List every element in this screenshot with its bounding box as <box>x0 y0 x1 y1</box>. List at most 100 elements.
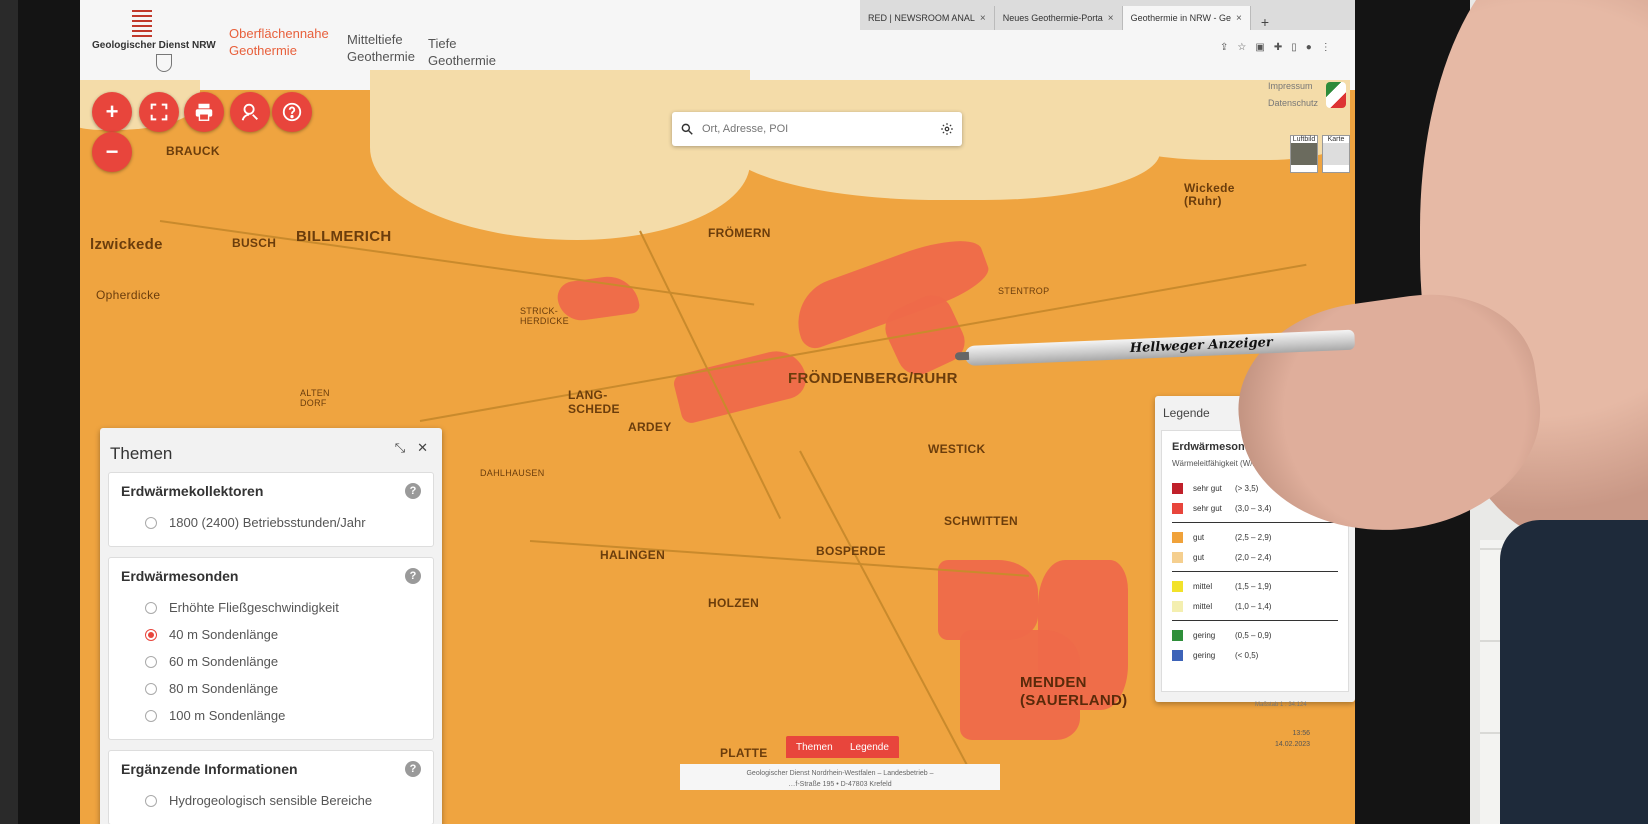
map-label: WESTICK <box>928 442 986 456</box>
extension-icon[interactable]: ▣ <box>1255 42 1264 53</box>
legend-row: gut (2,5 – 2,9) <box>1172 527 1338 547</box>
theme-group-sonden: Erdwärmesonden ? Erhöhte Fließgeschwindi… <box>108 557 434 740</box>
map-label: ARDEY <box>628 420 672 434</box>
settings-gear-icon[interactable] <box>940 122 954 136</box>
collapse-icon[interactable]: ⤡ <box>395 440 405 456</box>
room-background-left <box>0 0 18 824</box>
option-100m[interactable]: 100 m Sondenlänge <box>121 702 421 729</box>
help-icon <box>282 102 302 122</box>
profile-icon[interactable]: ● <box>1306 42 1312 53</box>
option-label: 80 m Sondenlänge <box>169 681 279 696</box>
footer-line: Geologischer Dienst Nordrhein-Westfalen … <box>746 770 934 777</box>
print-button[interactable] <box>184 92 224 132</box>
browser-tab-active[interactable]: Geothermie in NRW - Ge × <box>1122 6 1251 30</box>
map-label: HOLZEN <box>708 596 760 610</box>
radio-button[interactable] <box>145 709 157 722</box>
theme-group-ergaenzend: Ergänzende Informationen ? Hydrogeologis… <box>108 750 434 824</box>
aerial-thumbnail <box>1291 143 1317 165</box>
zoom-out-button[interactable]: − <box>92 132 132 172</box>
theme-group-kollektoren: Erdwärmekollektoren ? 1800 (2400) Betrie… <box>108 472 434 547</box>
close-icon[interactable]: ✕ <box>417 440 428 456</box>
nrw-logo-icon <box>1326 82 1346 108</box>
option-label: 100 m Sondenlänge <box>169 708 286 723</box>
legende-toggle-button[interactable]: Legende <box>840 736 899 758</box>
close-icon[interactable]: × <box>1236 13 1242 24</box>
option-40m[interactable]: 40 m Sondenlänge <box>121 621 421 648</box>
legend-swatch <box>1172 482 1183 494</box>
minus-icon: − <box>105 139 119 164</box>
map-label: Wickede (Ruhr) <box>1184 181 1235 208</box>
option-60m[interactable]: 60 m Sondenlänge <box>121 648 421 675</box>
themen-panel: ⤡ ✕ Themen Erdwärmekollektoren ? 1800 (2… <box>100 428 442 824</box>
close-icon[interactable]: × <box>980 13 986 24</box>
radio-button[interactable] <box>145 601 157 614</box>
browser-tab[interactable]: Neues Geothermie-Porta × <box>995 6 1123 30</box>
map-label: HALINGEN <box>600 548 666 562</box>
help-button[interactable] <box>272 92 312 132</box>
clock-date: 14.02.2023 <box>1275 741 1311 748</box>
radio-button[interactable] <box>145 655 157 668</box>
plus-icon: + <box>105 99 119 124</box>
help-icon[interactable]: ? <box>405 761 421 777</box>
map-label: SCHWITTEN <box>944 514 1019 528</box>
print-icon <box>195 103 213 121</box>
impressum-link[interactable]: Impressum <box>1268 78 1318 95</box>
map-label: lzwickede <box>90 236 163 253</box>
bookmark-star-icon[interactable]: ☆ <box>1237 42 1246 53</box>
option-betriebsstunden[interactable]: 1800 (2400) Betriebsstunden/Jahr <box>121 509 421 536</box>
option-label: Hydrogeologisch sensible Bereiche <box>169 793 373 808</box>
nav-mitteltiefe[interactable]: Mitteltiefe Geothermie <box>347 31 417 65</box>
option-hydrogeologisch[interactable]: Hydrogeologisch sensible Bereiche <box>121 787 421 814</box>
radio-button[interactable] <box>145 516 157 529</box>
close-icon[interactable]: × <box>1108 13 1114 24</box>
basemap-luftbild[interactable]: Luftbild <box>1290 135 1318 173</box>
browser-toolbar-icons: ⇪ ☆ ▣ ✚ ▯ ● ⋮ <box>1220 42 1331 53</box>
legend-range: (3,0 – 3,4) <box>1235 503 1272 513</box>
panel-actions: ⤡ ✕ <box>395 440 428 456</box>
basemap-label: Karte <box>1327 136 1345 143</box>
pen-tip <box>954 351 970 361</box>
site-logo-text[interactable]: Geologischer Dienst NRW <box>92 40 216 51</box>
search-box <box>672 112 962 146</box>
group-title: Erdwärmekollektoren <box>121 483 264 499</box>
option-fliessgeschwindigkeit[interactable]: Erhöhte Fließgeschwindigkeit <box>121 594 421 621</box>
legend-row: gering (< 0,5) <box>1172 645 1338 665</box>
search-input[interactable] <box>702 123 932 135</box>
basemap-karte[interactable]: Karte <box>1322 135 1350 173</box>
radio-button[interactable] <box>145 682 157 695</box>
locate-button[interactable] <box>230 92 270 132</box>
new-tab-button[interactable]: + <box>1251 14 1279 30</box>
browser-tab[interactable]: RED | NEWSROOM ANAL × <box>860 6 995 30</box>
zoom-in-button[interactable]: + <box>92 92 132 132</box>
legend-range: (> 3,5) <box>1235 483 1259 493</box>
share-icon[interactable]: ⇪ <box>1220 42 1228 53</box>
themen-toggle-button[interactable]: Themen <box>786 736 843 758</box>
fullscreen-button[interactable] <box>139 92 179 132</box>
map-scale: Maßstab 1 : 34.124 <box>1255 702 1307 708</box>
tab-label: Geothermie in NRW - Ge <box>1130 13 1231 23</box>
radio-button-selected[interactable] <box>145 628 157 641</box>
person-shoulder <box>1500 520 1648 824</box>
option-80m[interactable]: 80 m Sondenlänge <box>121 675 421 702</box>
legend-label: gering <box>1193 630 1216 640</box>
help-icon[interactable]: ? <box>405 568 421 584</box>
puzzle-icon[interactable]: ✚ <box>1274 42 1282 53</box>
map-zone-pale <box>520 130 640 200</box>
legend-label: sehr gut <box>1193 483 1222 493</box>
map-label: STENTROP <box>998 286 1050 296</box>
nav-tiefe[interactable]: Tiefe Geothermie <box>428 35 498 69</box>
datenschutz-link[interactable]: Datenschutz <box>1268 95 1318 112</box>
basemap-label: Luftbild <box>1292 136 1316 143</box>
legend-range: (< 0,5) <box>1235 650 1259 660</box>
nav-oberflaechennahe[interactable]: Oberflächennahe Geothermie <box>229 25 349 59</box>
footer-line: …f-Straße 195 • D-47803 Krefeld <box>788 781 892 788</box>
help-icon[interactable]: ? <box>405 483 421 499</box>
map-label: MENDEN (SAUERLAND) <box>1020 674 1128 709</box>
legend-label: mittel <box>1193 601 1213 611</box>
sidebar-icon[interactable]: ▯ <box>1291 42 1297 53</box>
map-label: FRÖNDENBERG/RUHR <box>788 370 958 387</box>
header-links: Impressum Datenschutz <box>1268 78 1318 112</box>
radio-button[interactable] <box>145 794 157 807</box>
legend-range: (1,5 – 1,9) <box>1235 581 1272 591</box>
menu-dots-icon[interactable]: ⋮ <box>1321 42 1331 53</box>
